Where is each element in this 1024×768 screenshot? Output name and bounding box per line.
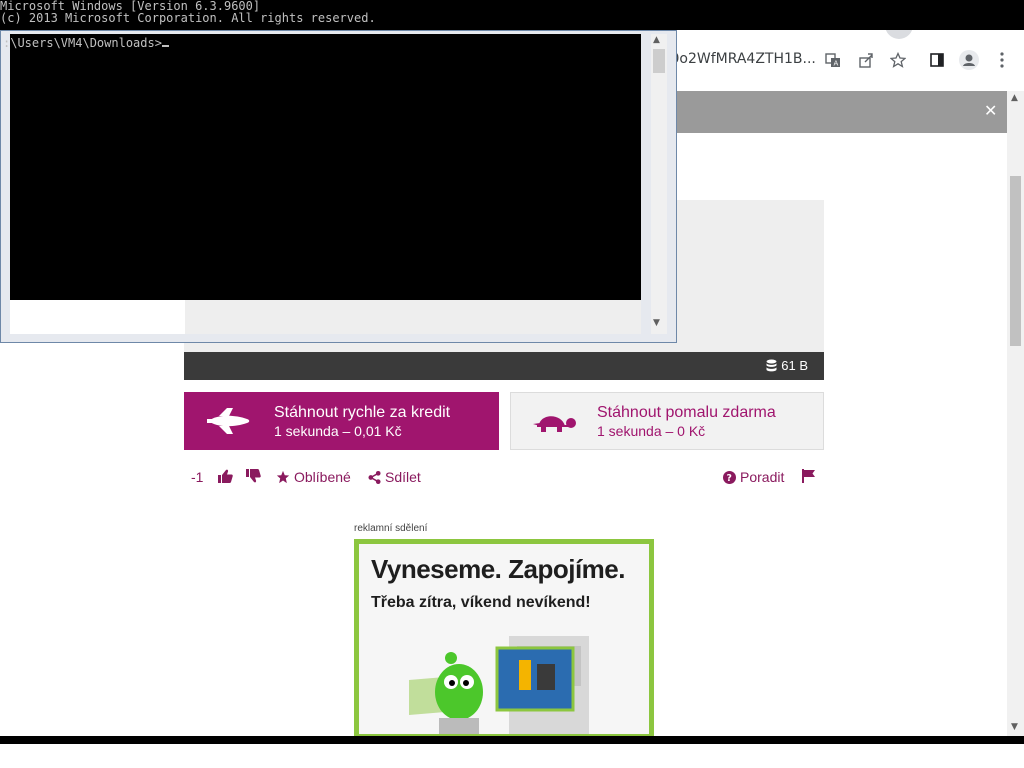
page-scrollbar-thumb[interactable] bbox=[1010, 176, 1021, 346]
advertisement-banner[interactable]: Vyneseme. Zapojíme. Třeba zítra, víkend … bbox=[354, 539, 654, 739]
question-circle-icon: ? bbox=[723, 470, 736, 484]
console-scroll-up-icon[interactable]: ▲ bbox=[653, 35, 660, 45]
star-icon[interactable] bbox=[888, 50, 908, 70]
thumbs-up-icon[interactable] bbox=[218, 469, 233, 483]
scroll-up-icon[interactable]: ▲ bbox=[1011, 93, 1018, 103]
advice-label: Poradit bbox=[740, 469, 785, 485]
console-scrollbar-thumb[interactable] bbox=[653, 49, 665, 73]
sidebar-icon[interactable] bbox=[927, 50, 947, 70]
download-fast-subtitle: 1 sekunda – 0,01 Kč bbox=[274, 422, 402, 439]
kebab-menu-icon[interactable] bbox=[992, 50, 1012, 70]
star-filled-icon bbox=[276, 470, 290, 484]
shuttle-icon bbox=[184, 407, 274, 435]
console-blank-area-2 bbox=[185, 300, 641, 334]
console-prompt: :\Users\VM4\Downloads> bbox=[3, 36, 162, 50]
download-slow-title: Stáhnout pomalu zdarma bbox=[597, 403, 776, 421]
close-icon[interactable]: ✕ bbox=[984, 101, 997, 120]
file-info-bar: 61 B bbox=[184, 352, 824, 380]
report-flag-icon[interactable] bbox=[802, 469, 816, 483]
console-scrollbar[interactable] bbox=[651, 34, 667, 334]
download-slow-button[interactable]: Stáhnout pomalu zdarma 1 sekunda – 0 Kč bbox=[510, 392, 824, 450]
thumbs-down-icon[interactable] bbox=[246, 469, 261, 483]
ad-subline: Třeba zítra, víkend nevíkend! bbox=[371, 594, 591, 611]
turtle-icon bbox=[511, 408, 597, 434]
download-fast-button[interactable]: Stáhnout rychle za kredit 1 sekunda – 0,… bbox=[184, 392, 499, 450]
console-cursor bbox=[161, 45, 169, 47]
ad-headline: Vyneseme. Zapojíme. bbox=[371, 554, 625, 584]
share-button[interactable]: Sdílet bbox=[368, 469, 421, 485]
translate-icon[interactable]: A bbox=[823, 50, 843, 70]
svg-text:?: ? bbox=[727, 473, 732, 484]
share-icon[interactable] bbox=[856, 50, 876, 70]
console-copyright-line: (c) 2013 Microsoft Corporation. All righ… bbox=[0, 11, 376, 25]
ad-illustration bbox=[409, 636, 589, 734]
favorite-button[interactable]: Oblíbené bbox=[276, 469, 351, 485]
database-icon bbox=[766, 359, 777, 372]
download-fast-title: Stáhnout rychle za kredit bbox=[274, 403, 451, 421]
taskbar-strip bbox=[0, 736, 1024, 744]
rating-count: -1 bbox=[191, 469, 204, 485]
profile-icon[interactable] bbox=[959, 50, 979, 70]
scroll-down-icon[interactable]: ▼ bbox=[1011, 722, 1018, 732]
svg-text:A: A bbox=[834, 60, 839, 68]
console-blank-area bbox=[10, 300, 185, 334]
file-size-value: 61 B bbox=[781, 358, 808, 373]
console-window[interactable]: ▲ ▼ bbox=[0, 30, 677, 343]
favorite-label: Oblíbené bbox=[294, 469, 351, 485]
advice-button[interactable]: ? Poradit bbox=[723, 469, 784, 485]
console-screen[interactable] bbox=[10, 34, 641, 300]
ad-label: reklamní sdělení bbox=[354, 523, 428, 534]
share-label: Sdílet bbox=[385, 469, 421, 485]
console-prompt-line[interactable]: :\Users\VM4\Downloads> bbox=[3, 36, 169, 50]
console-scroll-down-icon[interactable]: ▼ bbox=[653, 318, 660, 328]
file-size: 61 B bbox=[766, 358, 808, 373]
share-nodes-icon bbox=[368, 470, 381, 484]
download-slow-subtitle: 1 sekunda – 0 Kč bbox=[597, 422, 706, 439]
